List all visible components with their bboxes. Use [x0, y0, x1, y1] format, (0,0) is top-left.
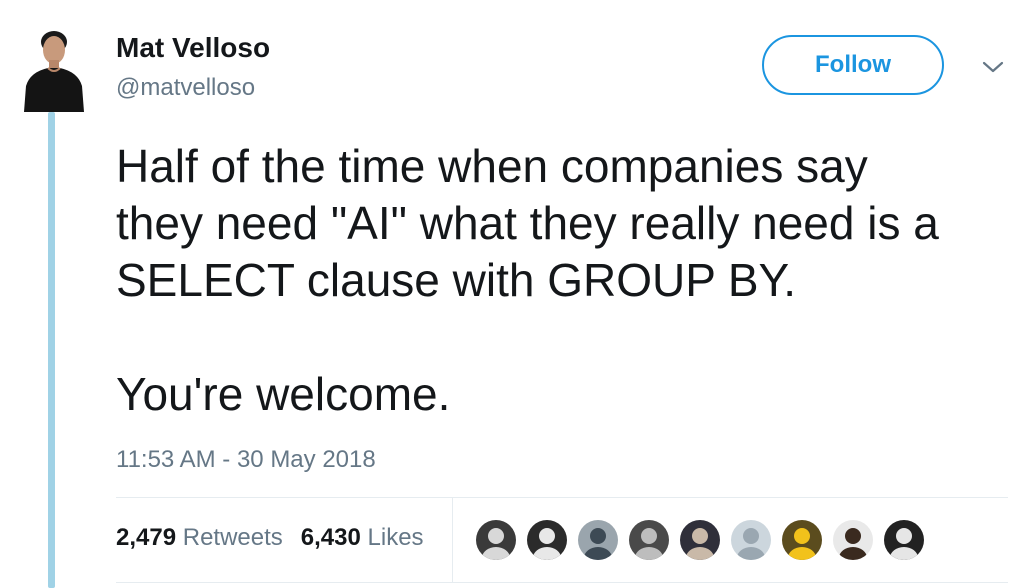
liker-avatar-1[interactable] — [474, 518, 518, 562]
tweet-paragraph: You're welcome. — [116, 366, 1006, 423]
author-handle[interactable]: @matvelloso — [116, 74, 255, 102]
divider — [452, 498, 453, 582]
follow-button[interactable]: Follow — [762, 35, 944, 95]
tweet-line: they need "AI" what they really need is … — [116, 197, 939, 249]
tweet-text: Half of the time when companies say they… — [116, 138, 1006, 423]
tweet-stats: 2,479 Retweets 6,430 Likes — [116, 524, 424, 552]
tweet-line: Half of the time when companies say — [116, 140, 868, 192]
liker-avatar-7[interactable] — [780, 518, 824, 562]
likes-stat[interactable]: 6,430 Likes — [301, 524, 424, 552]
likes-label: Likes — [367, 524, 424, 551]
retweets-stat[interactable]: 2,479 Retweets — [116, 524, 283, 552]
tweet-line: SELECT clause with GROUP BY. — [116, 254, 797, 306]
chevron-down-icon[interactable] — [980, 58, 1006, 76]
likes-count: 6,430 — [300, 524, 361, 551]
liker-avatar-5[interactable] — [678, 518, 722, 562]
thread-line — [48, 112, 55, 588]
tweet-timestamp[interactable]: 11:53 AM - 30 May 2018 — [116, 446, 376, 474]
liker-avatar-default[interactable] — [729, 518, 773, 562]
retweets-label: Retweets — [182, 524, 283, 551]
liker-avatar-2[interactable] — [525, 518, 569, 562]
tweet-line: You're welcome. — [116, 368, 451, 420]
divider — [116, 582, 1008, 583]
liker-avatar-9[interactable] — [882, 518, 926, 562]
author-avatar[interactable] — [22, 24, 86, 112]
divider — [116, 497, 1008, 498]
liker-avatar-8[interactable] — [831, 518, 875, 562]
author-name[interactable]: Mat Velloso — [116, 32, 270, 64]
liker-avatar-3[interactable] — [576, 518, 620, 562]
liker-avatar-4[interactable] — [627, 518, 671, 562]
retweets-count: 2,479 — [116, 524, 177, 551]
tweet-paragraph: Half of the time when companies say they… — [116, 138, 1006, 309]
